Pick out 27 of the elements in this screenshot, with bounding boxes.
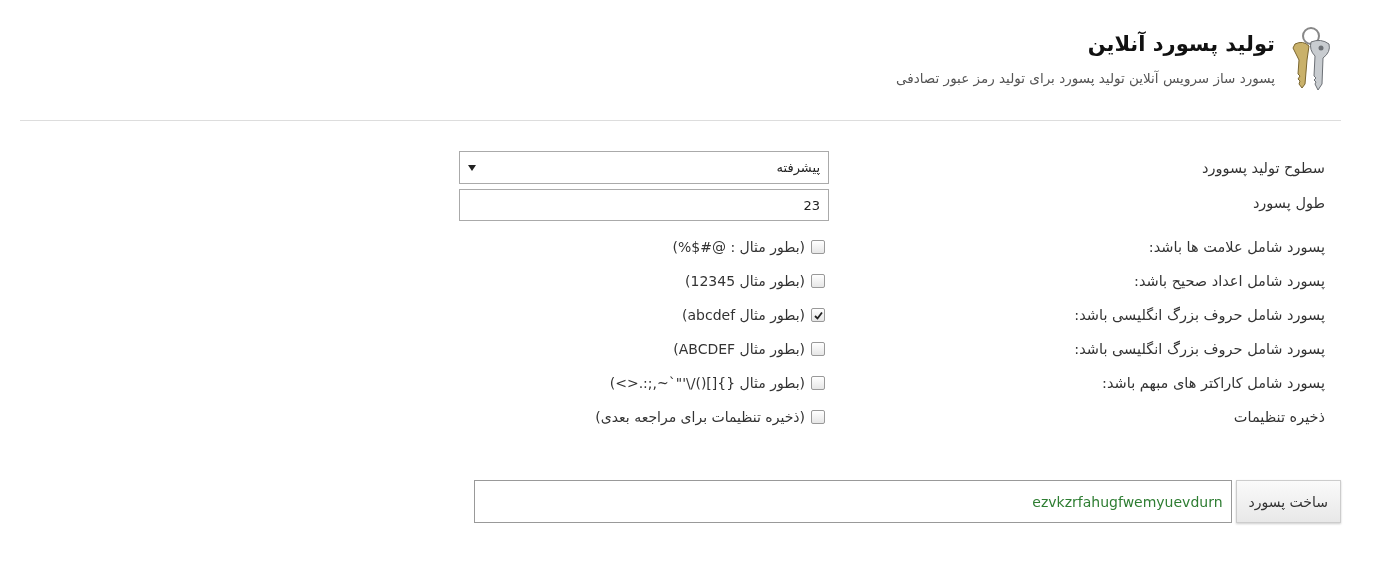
field-label: پسورد شامل اعداد صحیح باشد: [1133, 272, 1325, 292]
length-field[interactable]: 23 [459, 189, 829, 221]
password-field[interactable]: ezvkzrfahugfwemyuevdurn [473, 480, 1232, 523]
field-label: پسورد شامل حروف بزرگ انگلیسی باشد: [1073, 305, 1325, 326]
example-hint: (بطور مثال : @#$%) [672, 239, 805, 255]
example-hint: (بطور مثال {}[]()/\'"`~,;:.<>) [609, 375, 805, 391]
field-label: پسورد شامل علامت ها باشد: [1147, 238, 1325, 258]
field-label: طول پسورد [1251, 194, 1325, 214]
generate-button[interactable]: ساخت پسورد [1235, 480, 1341, 523]
field-label: پسورد شامل کاراکتر های مبهم باشد: [1101, 374, 1325, 394]
checkbox[interactable] [811, 342, 825, 356]
page-title: تولید پسورد آنلاین [1086, 32, 1275, 56]
dropdown-arrow-icon [468, 164, 476, 171]
checkbox[interactable] [811, 410, 825, 424]
checkbox[interactable] [811, 376, 825, 390]
checkbox[interactable] [811, 274, 825, 288]
checkbox[interactable] [811, 240, 825, 254]
checkbox[interactable] [811, 308, 825, 322]
example-hint: (بطور مثال 12345) [685, 273, 805, 289]
level-select[interactable]: پیشرفته [459, 151, 829, 184]
field-label: ذخیره تنظیمات [1232, 408, 1325, 428]
field-label: پسورد شامل حروف بزرگ انگلیسی باشد: [1073, 339, 1325, 360]
example-hint: (بطور مثال abcdef) [682, 307, 805, 323]
field-label: سطوح تولید پسوورد [1201, 158, 1325, 179]
page-subtitle: پسورد ساز سرویس آنلاین تولید پسورد برای تولید رمز عبور تصادفی [896, 70, 1275, 86]
example-hint: (بطور مثال ABCDEF) [673, 341, 805, 357]
example-hint: (ذخیره تنظیمات برای مراجعه بعدی) [595, 409, 805, 425]
